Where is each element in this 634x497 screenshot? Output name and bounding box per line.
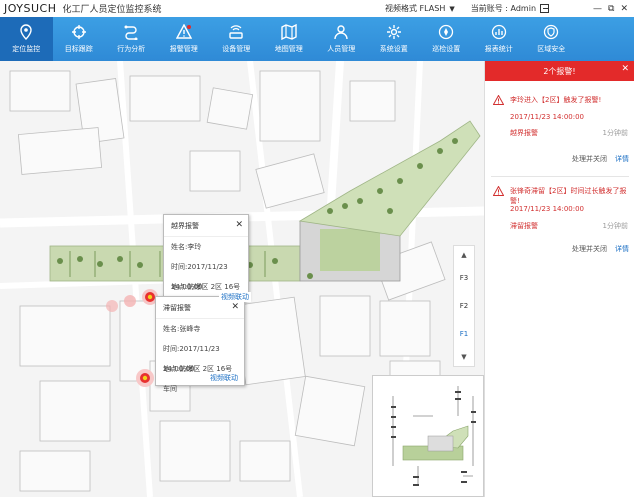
nav-item-location-monitor[interactable]: 定位监控 — [0, 17, 53, 61]
nav-item-behavior-analysis[interactable]: 行为分析 — [105, 17, 158, 61]
nav-label: 地图管理 — [274, 45, 303, 53]
app-title: 化工厂人员定位监控系统 — [62, 5, 162, 15]
chevron-down-icon[interactable]: ▼ — [449, 5, 454, 13]
close-icon[interactable]: ✕ — [235, 220, 243, 230]
brand-logo: JOYSUCH — [4, 2, 57, 15]
alarm-count: 2个报警! — [543, 66, 576, 76]
detail-link[interactable]: 详情 — [615, 154, 629, 164]
app-window: JOYSUCH 化工厂人员定位监控系统 视频格式 FLASH ▼ 当前账号 : … — [0, 0, 634, 497]
close-button[interactable]: ✕ — [620, 4, 628, 14]
nav-item-alarm-management[interactable]: 报警管理 — [158, 17, 211, 61]
crosshair-icon — [71, 24, 87, 40]
handle-close-button[interactable]: 处理并关闭 — [572, 244, 607, 254]
alarm-icon — [175, 24, 192, 40]
person-icon — [333, 24, 349, 40]
account-label: 当前账号 : Admin — [470, 4, 537, 13]
nav-label: 区域安全 — [537, 45, 566, 53]
alarm-ago: 1分钟前 — [602, 129, 628, 137]
nav-label: 定位监控 — [12, 45, 41, 53]
linger-alarm-popup: 滞留报警 ✕ 姓名:张峰寺 时间:2017/11/23 14:00:00 地点:… — [155, 296, 245, 393]
nav-label: 报警管理 — [169, 45, 198, 53]
floor-down-button[interactable]: ▼ — [454, 348, 474, 366]
alarm-time: 2017/11/23 14:00:00 — [510, 113, 585, 121]
alarm-type: 滞留报警 — [510, 222, 538, 230]
map-icon — [281, 24, 297, 40]
floor-up-button[interactable]: ▲ — [454, 246, 474, 264]
video-link[interactable]: 视频联动 — [219, 292, 251, 302]
video-format-select[interactable]: 视频格式 FLASH — [385, 3, 445, 14]
nav-label: 设备管理 — [222, 45, 251, 53]
warning-icon — [493, 95, 504, 105]
nav-item-report-stats[interactable]: 报表统计 — [473, 17, 526, 61]
alarm-item[interactable]: 李玲进入【2区】触发了报警! 2017/11/23 14:00:00 越界报警 … — [485, 93, 634, 173]
nav-item-device-management[interactable]: 设备管理 — [210, 17, 263, 61]
floor-selector: ▲ F3 F2 F1 ▼ — [453, 245, 475, 367]
alarm-message: 张锋奇滞留【2区】时间过长触发了报警! — [510, 187, 627, 205]
popup-name: 姓名:张峰寺 — [163, 325, 201, 333]
warning-icon — [493, 186, 504, 196]
close-icon[interactable]: ✕ — [621, 64, 629, 74]
floor-button-f3[interactable]: F3 — [454, 264, 474, 292]
nav-item-target-tracking[interactable]: 目标跟踪 — [53, 17, 106, 61]
router-icon — [228, 24, 244, 40]
alarm-type: 越界报警 — [510, 129, 538, 137]
floor-button-f1[interactable]: F1 — [454, 320, 474, 348]
nav-item-area-security[interactable]: 区域安全 — [525, 17, 578, 61]
nav-label: 人员管理 — [327, 45, 356, 53]
title-bar-right: 视频格式 FLASH ▼ 当前账号 : Admin — ⧉ ✕ — [385, 0, 634, 17]
logout-icon[interactable] — [540, 4, 550, 13]
handle-close-button[interactable]: 处理并关闭 — [572, 154, 607, 164]
path-icon — [123, 24, 139, 40]
divider — [491, 176, 629, 177]
nav-label: 系统设置 — [379, 45, 408, 53]
report-icon — [491, 24, 507, 40]
detail-link[interactable]: 详情 — [615, 244, 629, 254]
alarm-panel-header: 2个报警! ✕ — [485, 61, 634, 81]
alarm-item[interactable]: 张锋奇滞留【2区】时间过长触发了报警! 2017/11/23 14:00:00 … — [485, 184, 634, 264]
alarm-time: 2017/11/23 14:00:00 — [510, 205, 585, 213]
location-pin-icon — [18, 24, 34, 40]
gear-icon — [386, 24, 402, 40]
mini-map[interactable] — [372, 375, 484, 497]
main-nav: 定位监控 目标跟踪 行为分析 报警管理 设备管理 地图管理 人员管理 系统设置 … — [0, 17, 634, 61]
patrol-icon — [438, 24, 454, 40]
popup-time: 时间:2017/11/23 14:00:00 — [163, 345, 220, 373]
minimize-button[interactable]: — — [593, 4, 602, 14]
nav-label: 目标跟踪 — [64, 45, 93, 53]
nav-label: 行为分析 — [117, 45, 146, 53]
shield-icon — [543, 24, 559, 40]
alarm-ago: 1分钟前 — [602, 222, 628, 230]
close-icon[interactable]: ✕ — [231, 302, 239, 312]
mini-map-drawing — [373, 376, 483, 496]
restore-button[interactable]: ⧉ — [608, 4, 614, 14]
floor-button-f2[interactable]: F2 — [454, 292, 474, 320]
nav-label: 巡检设置 — [432, 45, 461, 53]
alarm-message: 李玲进入【2区】触发了报警! — [510, 96, 602, 104]
map-canvas[interactable]: ▲ F3 F2 F1 ▼ 越界报警 ✕ 姓名:李玲 时间:2017/11/23 … — [0, 61, 484, 497]
popup-time: 时间:2017/11/23 14:00:00 — [171, 263, 228, 291]
boundary-alarm-popup: 越界报警 ✕ 姓名:李玲 时间:2017/11/23 14:00:00 地点:防… — [163, 214, 249, 311]
title-bar: JOYSUCH 化工厂人员定位监控系统 视频格式 FLASH ▼ 当前账号 : … — [0, 0, 634, 17]
nav-item-patrol-settings[interactable]: 巡检设置 — [420, 17, 473, 61]
video-link[interactable]: 视频联动 — [210, 373, 238, 383]
nav-item-personnel-management[interactable]: 人员管理 — [315, 17, 368, 61]
nav-label: 报表统计 — [484, 45, 513, 53]
nav-item-system-settings[interactable]: 系统设置 — [368, 17, 421, 61]
alarm-panel: 2个报警! ✕ 李玲进入【2区】触发了报警! 2017/11/23 14:00:… — [484, 61, 634, 497]
nav-item-map-management[interactable]: 地图管理 — [263, 17, 316, 61]
popup-name: 姓名:李玲 — [171, 243, 202, 251]
